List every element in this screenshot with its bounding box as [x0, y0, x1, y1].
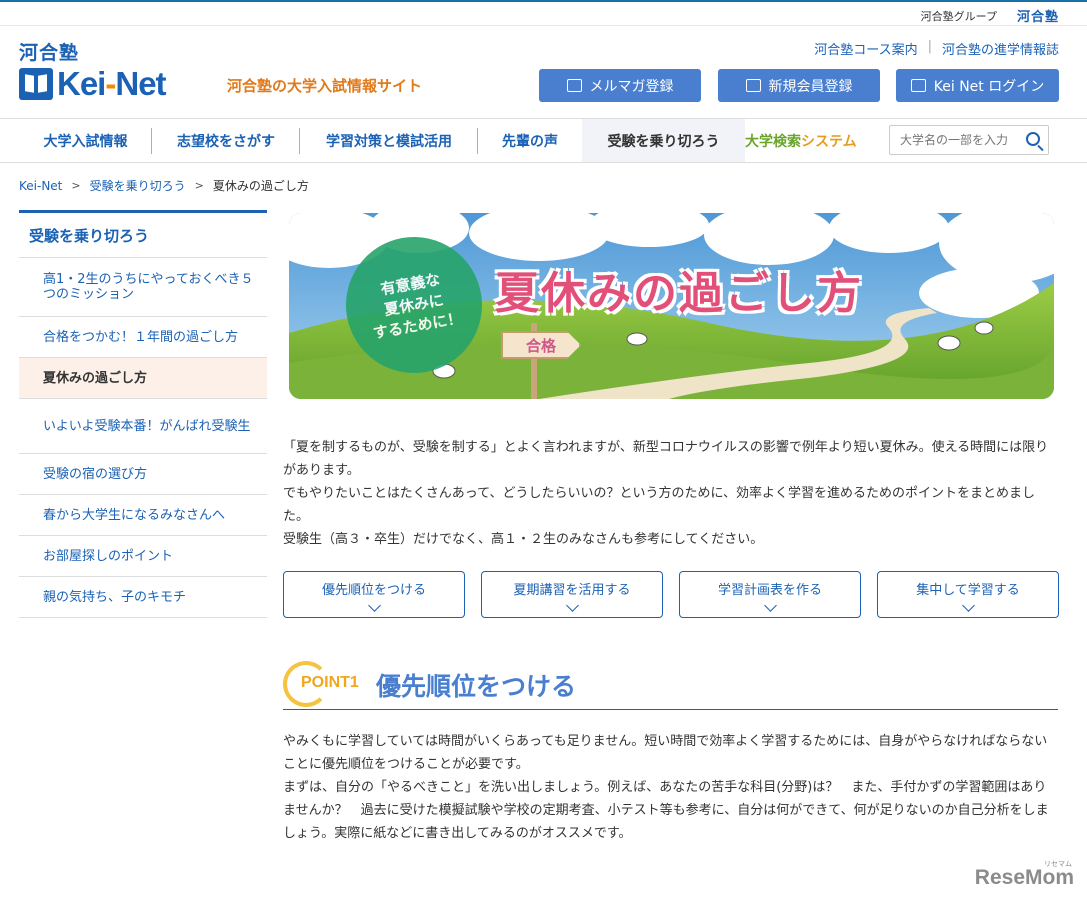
university-search-system-label[interactable]: 大学検索 システム	[745, 119, 885, 162]
point-label: POINT1	[301, 674, 361, 692]
site-tagline: 河合塾の大学入試情報サイト	[227, 77, 423, 95]
chevron-down-icon	[367, 599, 381, 612]
register-label: 新規会員登録	[768, 78, 853, 95]
intro-paragraph: でもやりたいことはたくさんあって、どうしたらいいの？という方のために、効率よく学…	[283, 486, 1036, 524]
course-link[interactable]: 河合塾コース案内	[814, 39, 917, 58]
breadcrumb: Kei-Net > 受験を乗り切ろう > 夏休みの過ごし方	[19, 177, 309, 194]
hero-banner: 有意義な 夏休みに するために！ 夏休みの過ごし方 合格	[289, 213, 1054, 399]
mail-icon	[566, 79, 582, 92]
intro-paragraph: 「夏を制するものが、受験を制する」とよく言われますが、新型コロナウイルスの影響で…	[283, 440, 1049, 478]
book-icon	[19, 68, 53, 100]
sidebar-item-room-search[interactable]: お部屋探しのポイント	[19, 536, 267, 577]
resemom-watermark: ReseMom リセマム	[974, 861, 1074, 889]
chevron-right-icon: >	[194, 179, 204, 192]
chevron-down-icon	[565, 599, 579, 612]
intro-text: 「夏を制するものが、受験を制する」とよく言われますが、新型コロナウイルスの影響で…	[283, 436, 1058, 551]
university-search-input[interactable]	[890, 126, 1016, 154]
logo-wordmark: Kei-Net	[57, 65, 167, 102]
point1-body: やみくもに学習していては時間がいくらあっても足りません。短い時間で効率よく学習す…	[283, 730, 1058, 845]
login-label: Kei Net ログイン	[933, 78, 1045, 95]
link-separator: |	[927, 39, 932, 54]
jump-study-plan-button[interactable]: 学習計画表を作る	[679, 571, 861, 618]
banner-sign: 合格	[501, 331, 581, 359]
sidebar-item-parents[interactable]: 親の気持ち、子のキモチ	[19, 577, 267, 618]
university-search-box	[889, 125, 1049, 155]
breadcrumb-current: 夏休みの過ごし方	[212, 179, 309, 193]
nav-item-find-school[interactable]: 志望校をさがす	[152, 119, 300, 162]
sidebar-item-summer[interactable]: 夏休みの過ごし方	[19, 358, 267, 399]
banner-title: 夏休みの過ごし方	[495, 268, 863, 319]
chevron-down-icon	[961, 599, 975, 612]
kawaijuku-group-logo[interactable]: 河合塾	[1017, 6, 1059, 25]
login-icon	[910, 79, 926, 92]
intro-paragraph: 受験生（高３・卒生）だけでなく、高１・２生のみなさんも参考にしてください。	[283, 532, 764, 547]
body-paragraph: やみくもに学習していては時間がいくらあっても足りません。短い時間で効率よく学習す…	[283, 734, 1048, 772]
kei-net-logo[interactable]: Kei-Net	[19, 65, 167, 102]
sidebar-item-new-students[interactable]: 春から大学生になるみなさんへ	[19, 495, 267, 536]
jump-focus-button[interactable]: 集中して学習する	[877, 571, 1059, 618]
magazine-link[interactable]: 河合塾の進学情報誌	[942, 39, 1059, 58]
body-paragraph: まずは、自分の「やるべきこと」を洗い出しましょう。例えば、あなたの苦手な科目(分…	[283, 780, 1049, 841]
mail-magazine-label: メルマガ登録	[589, 78, 674, 95]
nav-item-seniors-voice[interactable]: 先輩の声	[478, 119, 582, 162]
group-text: 河合塾グループ	[920, 10, 997, 23]
sidebar: 受験を乗り切ろう 高1・2生のうちにやっておくべき５つのミッション 合格をつかむ…	[19, 210, 267, 618]
header-links: 河合塾コース案内 | 河合塾の進学情報誌	[814, 39, 1059, 58]
search-icon[interactable]	[1026, 132, 1040, 146]
sidebar-item-exam-day[interactable]: いよいよ受験本番！がんばれ受験生	[19, 399, 267, 454]
main-nav: 大学入試情報 志望校をさがす 学習対策と模試活用 先輩の声 受験を乗り切ろう 大…	[0, 118, 1087, 163]
jump-summer-course-button[interactable]: 夏期講習を活用する	[481, 571, 663, 618]
sidebar-item-missions[interactable]: 高1・2生のうちにやっておくべき５つのミッション	[19, 258, 267, 317]
nav-item-get-through-exams[interactable]: 受験を乗り切ろう	[582, 119, 745, 162]
login-button[interactable]: Kei Net ログイン	[896, 69, 1059, 102]
logo-kanji[interactable]: 河合塾	[19, 38, 79, 65]
point1-heading: POINT1 優先順位をつける	[283, 657, 1058, 710]
breadcrumb-home[interactable]: Kei-Net	[19, 179, 62, 193]
register-button[interactable]: 新規会員登録	[718, 69, 880, 102]
user-icon	[745, 79, 761, 92]
sidebar-heading[interactable]: 受験を乗り切ろう	[19, 210, 267, 258]
jump-priority-button[interactable]: 優先順位をつける	[283, 571, 465, 618]
mail-magazine-button[interactable]: メルマガ登録	[539, 69, 701, 102]
breadcrumb-section[interactable]: 受験を乗り切ろう	[90, 177, 186, 194]
chevron-down-icon	[763, 599, 777, 612]
top-strip: 河合塾グループ 河合塾	[0, 0, 1087, 26]
sidebar-item-one-year[interactable]: 合格をつかむ！１年間の過ごし方	[19, 317, 267, 358]
nav-item-study-measures[interactable]: 学習対策と模試活用	[300, 119, 478, 162]
sidebar-item-hotel[interactable]: 受験の宿の選び方	[19, 454, 267, 495]
nav-item-exam-info[interactable]: 大学入試情報	[19, 119, 152, 162]
point-title: 優先順位をつける	[376, 672, 577, 701]
chevron-right-icon: >	[71, 179, 81, 192]
